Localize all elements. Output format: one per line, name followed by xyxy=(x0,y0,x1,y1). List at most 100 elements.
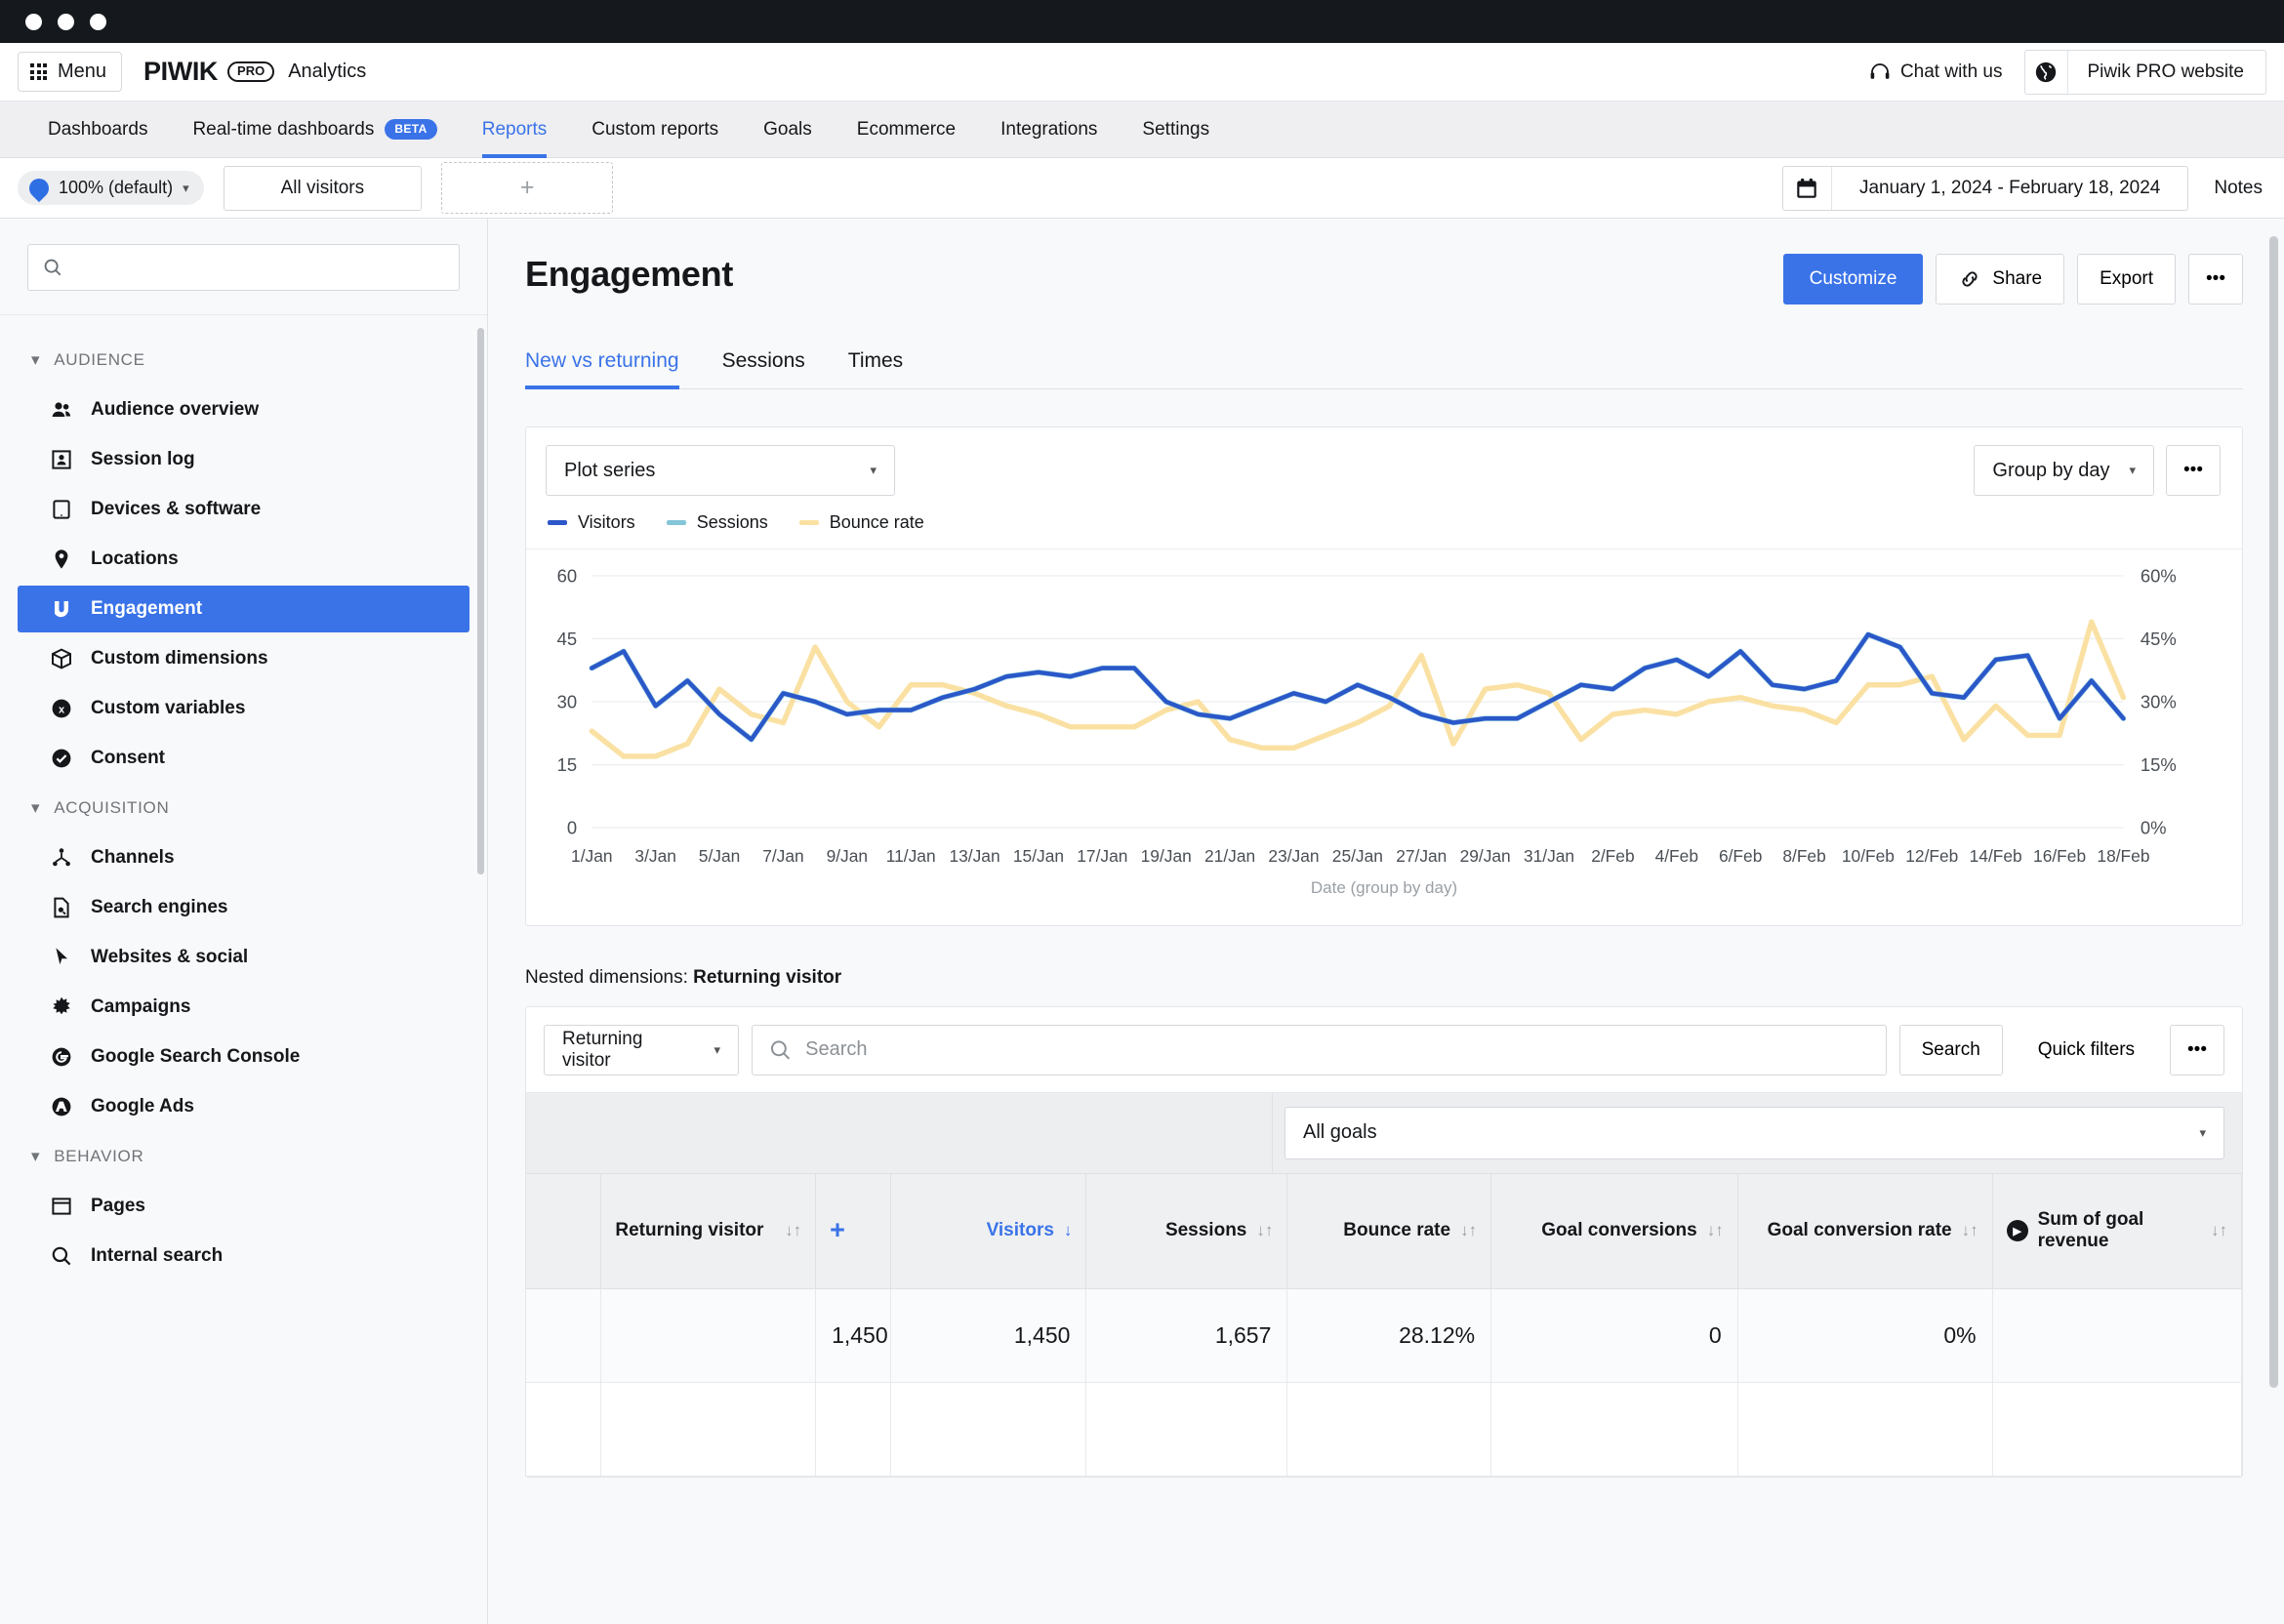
export-button[interactable]: Export xyxy=(2077,254,2176,304)
nav-item-integrations[interactable]: Integrations xyxy=(978,102,1120,158)
svg-text:29/Jan: 29/Jan xyxy=(1460,846,1511,866)
nav-item-reports[interactable]: Reports xyxy=(460,102,570,158)
dimension-select[interactable]: Returning visitor ▾ xyxy=(544,1025,739,1076)
th-returning-visitor[interactable]: Returning visitor ↓↑ xyxy=(601,1173,816,1288)
sidebar-item-locations[interactable]: Locations xyxy=(18,536,469,583)
chat-with-us-button[interactable]: Chat with us xyxy=(1847,51,2024,94)
page-actions: Customize Share Export ••• xyxy=(1783,254,2243,304)
nav-item-dashboards[interactable]: Dashboards xyxy=(25,102,170,158)
window-maximize-dot[interactable] xyxy=(90,14,106,30)
chart-more-button[interactable]: ••• xyxy=(2166,445,2221,496)
table-search-box[interactable] xyxy=(752,1025,1887,1076)
add-segment-button[interactable]: + xyxy=(441,162,613,214)
sidebar-item-google-search-console[interactable]: Google Search Console xyxy=(18,1034,469,1080)
sort-both-icon[interactable]: ↓↑ xyxy=(2211,1221,2227,1240)
table-search-button[interactable]: Search xyxy=(1899,1025,2003,1076)
goal-select[interactable]: All goals ▾ xyxy=(1285,1107,2224,1159)
sidebar-item-google-ads[interactable]: Google Ads xyxy=(18,1083,469,1130)
sidebar-search-input[interactable] xyxy=(75,258,445,278)
headset-icon xyxy=(1868,61,1892,84)
nav-label: Goals xyxy=(763,119,812,141)
ellipsis-icon: ••• xyxy=(2206,268,2225,290)
table-more-button[interactable]: ••• xyxy=(2170,1025,2224,1076)
legend-item-bounce-rate[interactable]: Bounce rate xyxy=(799,512,924,533)
cell-goal-conversion-rate xyxy=(1737,1382,1992,1476)
tab-times[interactable]: Times xyxy=(848,349,924,388)
sidebar-item-pages[interactable]: Pages xyxy=(18,1183,469,1230)
plot-series-label: Plot series xyxy=(564,460,655,482)
sort-desc-icon[interactable]: ↓ xyxy=(1064,1221,1073,1240)
chart-toolbar-right: Group by day ▾ ••• xyxy=(1974,445,2221,496)
sidebar-item-custom-dimensions[interactable]: Custom dimensions xyxy=(18,635,469,682)
legend-label: Visitors xyxy=(578,512,635,533)
sort-both-icon[interactable]: ↓↑ xyxy=(1256,1221,1273,1240)
table-row[interactable] xyxy=(526,1382,2242,1476)
sidebar-item-search-engines[interactable]: Search engines xyxy=(18,884,469,931)
search-icon xyxy=(42,256,63,279)
plot-series-select[interactable]: Plot series ▾ xyxy=(546,445,895,496)
legend-item-visitors[interactable]: Visitors xyxy=(548,512,635,533)
cell-sum-of-goal-revenue xyxy=(1992,1288,2241,1382)
table-search-input[interactable] xyxy=(805,1038,1869,1061)
sidebar-scrollbar[interactable] xyxy=(477,328,484,874)
site-selector[interactable]: Piwik PRO website xyxy=(2024,50,2267,95)
nav-item-ecommerce[interactable]: Ecommerce xyxy=(835,102,978,158)
share-button[interactable]: Share xyxy=(1936,254,2064,304)
window-minimize-dot[interactable] xyxy=(58,14,74,30)
sidebar-item-engagement[interactable]: Engagement xyxy=(18,586,469,632)
th-goal-conversion-rate[interactable]: Goal conversion rate ↓↑ xyxy=(1737,1173,1992,1288)
line-chart-svg[interactable]: 00%1515%3030%4545%6060%1/Jan3/Jan5/Jan7/… xyxy=(526,565,2242,873)
quick-filters-button[interactable]: Quick filters xyxy=(2016,1025,2157,1076)
nav-item-settings[interactable]: Settings xyxy=(1120,102,1232,158)
page-more-button[interactable]: ••• xyxy=(2188,254,2243,304)
sidebar-search-box[interactable] xyxy=(27,244,460,291)
sidebar-group-acquisition[interactable]: ▾ ACQUISITION xyxy=(0,785,487,832)
sidebar-item-campaigns[interactable]: Campaigns xyxy=(18,984,469,1031)
nav-item-realtime-dashboards[interactable]: Real-time dashboards BETA xyxy=(170,102,459,158)
date-range-picker[interactable]: January 1, 2024 - February 18, 2024 xyxy=(1782,166,2188,211)
tab-new-vs-returning[interactable]: New vs returning xyxy=(525,349,701,388)
group-by-select[interactable]: Group by day ▾ xyxy=(1974,445,2154,496)
dimension-select-label: Returning visitor xyxy=(562,1029,694,1072)
sidebar-item-audience-overview[interactable]: Audience overview xyxy=(18,386,469,433)
sort-both-icon[interactable]: ↓↑ xyxy=(1962,1221,1978,1240)
sidebar-item-channels[interactable]: Channels xyxy=(18,834,469,881)
svg-text:5/Jan: 5/Jan xyxy=(699,846,740,866)
segment-all-visitors-button[interactable]: All visitors xyxy=(224,166,423,211)
sidebar-group-label: BEHAVIOR xyxy=(54,1147,143,1166)
tab-sessions[interactable]: Sessions xyxy=(722,349,827,388)
sidebar-group-behavior[interactable]: ▾ BEHAVIOR xyxy=(0,1133,487,1180)
chevron-down-icon: ▾ xyxy=(2130,463,2137,478)
sampling-selector[interactable]: 100% (default) ▾ xyxy=(18,171,204,205)
sidebar-item-devices-software[interactable]: Devices & software xyxy=(18,486,469,533)
sort-both-icon[interactable]: ↓↑ xyxy=(1707,1221,1724,1240)
window-close-dot[interactable] xyxy=(25,14,42,30)
sidebar-item-internal-search[interactable]: Internal search xyxy=(18,1233,469,1279)
notes-button[interactable]: Notes xyxy=(2214,178,2263,199)
table-row[interactable]: 1,450 1,450 1,657 28.12% 0 0% xyxy=(526,1288,2242,1382)
th-sessions[interactable]: Sessions ↓↑ xyxy=(1086,1173,1287,1288)
sort-both-icon[interactable]: ↓↑ xyxy=(1460,1221,1477,1240)
th-goal-conversions[interactable]: Goal conversions ↓↑ xyxy=(1491,1173,1738,1288)
menu-button[interactable]: Menu xyxy=(18,52,122,92)
sidebar-item-session-log[interactable]: Session log xyxy=(18,436,469,483)
th-sum-of-goal-revenue[interactable]: ▶ Sum of goal revenue ↓↑ xyxy=(1992,1173,2241,1288)
cell-expander[interactable] xyxy=(526,1382,601,1476)
nav-item-goals[interactable]: Goals xyxy=(741,102,835,158)
th-expander xyxy=(526,1173,601,1288)
th-visitors[interactable]: Visitors ↓ xyxy=(890,1173,1085,1288)
legend-item-sessions[interactable]: Sessions xyxy=(667,512,768,533)
sidebar-group-audience[interactable]: ▾ AUDIENCE xyxy=(0,337,487,384)
customize-button[interactable]: Customize xyxy=(1783,254,1924,304)
sidebar-item-custom-variables[interactable]: x Custom variables xyxy=(18,685,469,732)
nav-item-custom-reports[interactable]: Custom reports xyxy=(569,102,741,158)
chart-toolbar: Plot series ▾ Group by day ▾ ••• xyxy=(526,427,2242,512)
th-bounce-rate[interactable]: Bounce rate ↓↑ xyxy=(1287,1173,1491,1288)
cell-goal-conversion-rate: 0% xyxy=(1737,1288,1992,1382)
main-scrollbar[interactable] xyxy=(2269,236,2278,1388)
sidebar-item-consent[interactable]: Consent xyxy=(18,735,469,782)
th-add-column[interactable]: + xyxy=(816,1173,891,1288)
sort-both-icon[interactable]: ↓↑ xyxy=(785,1221,801,1240)
sidebar-item-websites-social[interactable]: Websites & social xyxy=(18,934,469,981)
cell-expander[interactable] xyxy=(526,1288,601,1382)
